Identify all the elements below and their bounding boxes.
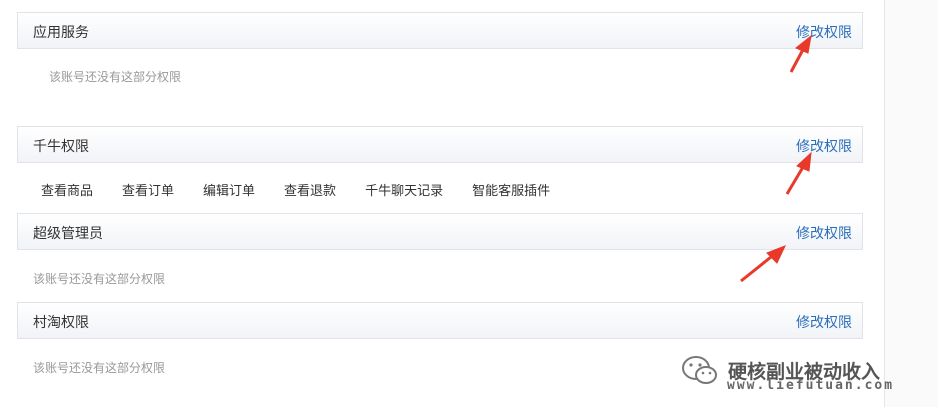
- permission-item: 查看退款: [284, 184, 337, 199]
- section-title: 应用服务: [33, 25, 89, 41]
- right-scroll-rail: [884, 0, 938, 407]
- permission-list: 查看商品 查看订单 编辑订单 查看退款 千牛聊天记录 智能客服插件: [41, 180, 579, 199]
- section-header-cuntao: 村淘权限 修改权限: [17, 302, 863, 339]
- section-header-super-admin: 超级管理员 修改权限: [17, 213, 863, 250]
- permission-item: 智能客服插件: [472, 184, 551, 199]
- empty-permissions-note: 该账号还没有这部分权限: [33, 272, 166, 286]
- edit-permissions-link[interactable]: 修改权限: [796, 223, 852, 243]
- section-title: 千牛权限: [33, 139, 89, 155]
- edit-permissions-link[interactable]: 修改权限: [796, 312, 852, 332]
- section-header-app-services: 应用服务 修改权限: [17, 12, 863, 49]
- section-title: 村淘权限: [33, 315, 89, 331]
- permission-item: 查看商品: [41, 184, 94, 199]
- red-arrow-icon: [740, 245, 786, 283]
- wechat-icon: [682, 356, 717, 384]
- empty-permissions-note: 该账号还没有这部分权限: [33, 361, 166, 375]
- edit-permissions-link[interactable]: 修改权限: [796, 136, 852, 156]
- permission-item: 查看订单: [122, 184, 175, 199]
- watermark-url: www.liefutuan.com: [727, 378, 895, 393]
- permission-item: 千牛聊天记录: [365, 184, 444, 199]
- empty-permissions-note: 该账号还没有这部分权限: [49, 70, 182, 84]
- permission-item: 编辑订单: [203, 184, 256, 199]
- annotation-arrows: [740, 34, 812, 283]
- section-title: 超级管理员: [33, 226, 103, 242]
- section-header-qianniu: 千牛权限 修改权限: [17, 126, 863, 163]
- edit-permissions-link[interactable]: 修改权限: [796, 22, 852, 42]
